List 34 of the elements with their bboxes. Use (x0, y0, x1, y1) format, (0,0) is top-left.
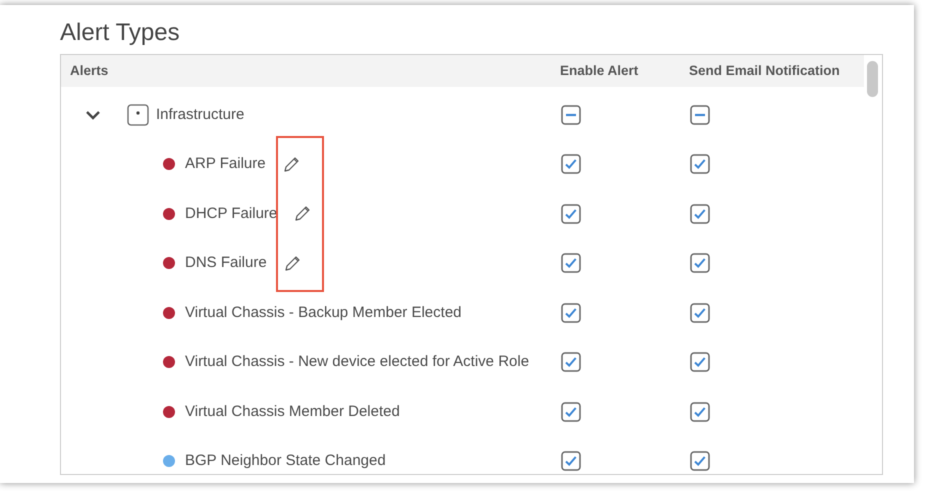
checkbox[interactable] (690, 104, 710, 125)
checkbox[interactable] (690, 302, 710, 323)
checkbox[interactable] (690, 253, 710, 274)
column-header: Enable Alert (560, 62, 638, 78)
checkbox[interactable] (690, 154, 710, 174)
chevron-down-icon[interactable] (85, 110, 101, 120)
page-title: Alert Types (60, 19, 180, 48)
checkbox[interactable] (561, 352, 581, 372)
group-label: Infrastructure (156, 104, 244, 124)
checkbox[interactable] (690, 352, 710, 372)
alert-label: DNS Failure (185, 253, 267, 273)
checkbox[interactable] (561, 204, 581, 224)
alert-label: ARP Failure (185, 154, 266, 174)
pencil-icon[interactable] (282, 156, 300, 173)
checkbox[interactable] (690, 204, 710, 224)
checkbox[interactable] (561, 104, 581, 125)
checkbox[interactable] (690, 451, 710, 472)
alert-label: Virtual Chassis - Backup Member Elected (185, 302, 462, 322)
pencil-icon[interactable] (294, 205, 312, 222)
alert-label: Virtual Chassis - New device elected for Active Role (185, 352, 530, 372)
checkbox[interactable] (561, 154, 581, 174)
alert-label: Virtual Chassis Member Deleted (185, 402, 400, 422)
checkbox[interactable] (561, 302, 581, 323)
checkbox[interactable] (561, 451, 581, 472)
scrollbar-thumb[interactable] (867, 61, 878, 97)
group-icon (127, 104, 149, 126)
column-header: Send Email Notification (689, 62, 840, 78)
checkbox[interactable] (690, 402, 710, 422)
column-header: Alerts (70, 62, 108, 78)
alert-label: BGP Neighbor State Changed (185, 451, 386, 471)
checkbox[interactable] (561, 253, 581, 274)
checkbox[interactable] (561, 402, 581, 422)
alert-label: DHCP Failure (185, 204, 278, 224)
pencil-icon[interactable] (284, 254, 301, 272)
